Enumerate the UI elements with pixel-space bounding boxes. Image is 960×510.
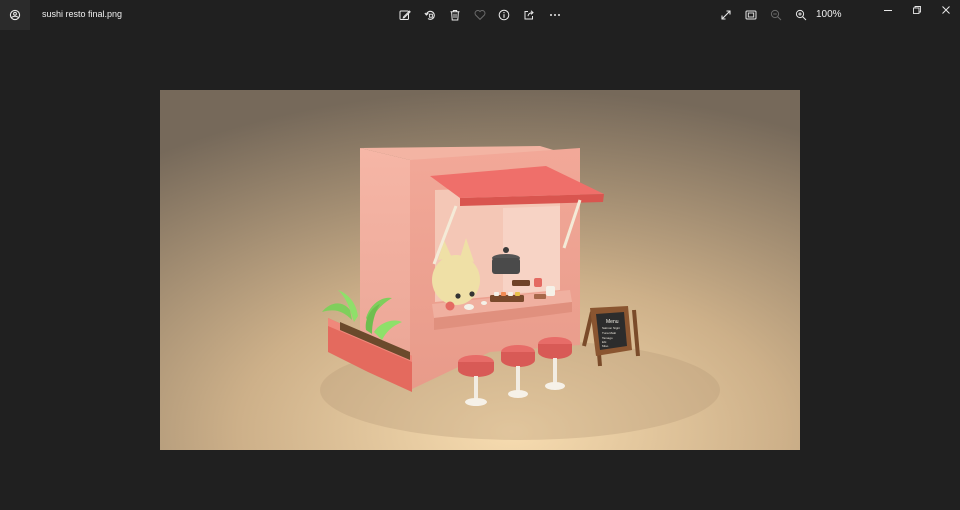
menu-board-line: Miso xyxy=(602,344,609,348)
more-options-button[interactable] xyxy=(545,5,565,25)
menu-board-title: Menu xyxy=(606,319,619,325)
minimize-icon xyxy=(884,10,892,11)
edit-image-icon xyxy=(399,10,411,20)
zoom-out-icon xyxy=(770,9,782,21)
displayed-image[interactable]: Menu Salmon Nigiri Tuna Maki Tamago Ebi … xyxy=(160,90,800,450)
info-icon xyxy=(498,9,510,21)
menu-board-line: Tuna Maki xyxy=(602,331,616,335)
menu-board-line: Salmon Nigiri xyxy=(602,326,620,330)
fit-window-icon xyxy=(745,10,757,20)
photos-app-icon xyxy=(9,9,21,21)
zoom-in-button[interactable] xyxy=(791,5,811,25)
restore-icon xyxy=(913,6,921,14)
rotate-button[interactable] xyxy=(420,5,440,25)
edit-image-button[interactable] xyxy=(395,5,415,25)
more-icon xyxy=(550,14,560,16)
close-button[interactable] xyxy=(931,0,960,20)
title-bar: sushi resto final.png 100% xyxy=(0,0,960,30)
expand-icon xyxy=(721,10,731,20)
sushi-stall-render: Menu Salmon Nigiri Tuna Maki Tamago Ebi … xyxy=(160,90,800,450)
share-button[interactable] xyxy=(519,5,539,25)
restore-button[interactable] xyxy=(902,0,932,20)
minimize-button[interactable] xyxy=(873,0,903,20)
trash-icon xyxy=(450,10,460,21)
zoom-level-label[interactable]: 100% xyxy=(816,9,842,20)
close-icon xyxy=(942,6,950,14)
full-screen-button[interactable] xyxy=(716,5,736,25)
rotate-icon xyxy=(424,10,435,20)
zoom-out-button[interactable] xyxy=(766,5,786,25)
heart-icon xyxy=(474,10,486,21)
file-info-button[interactable] xyxy=(494,5,514,25)
file-name-title: sushi resto final.png xyxy=(42,9,123,19)
zoom-in-icon xyxy=(795,9,807,21)
app-icon xyxy=(0,0,30,30)
delete-button[interactable] xyxy=(445,5,465,25)
favorite-button[interactable] xyxy=(470,5,490,25)
share-icon xyxy=(524,10,534,20)
fit-to-window-button[interactable] xyxy=(741,5,761,25)
